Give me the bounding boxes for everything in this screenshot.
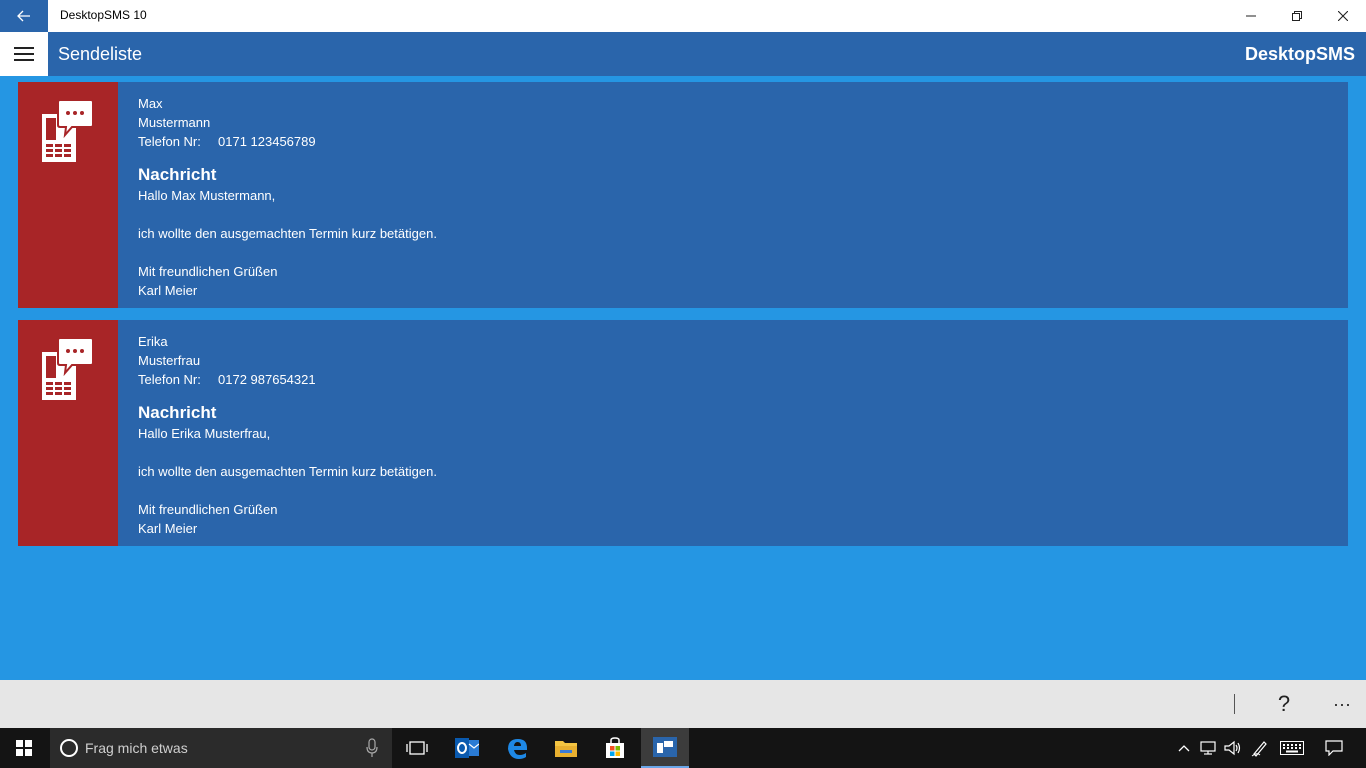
last-name: Mustermann xyxy=(138,115,211,130)
pen-icon xyxy=(1251,741,1267,757)
phone-label: Telefon Nr: xyxy=(138,372,201,387)
outlook-taskbar-button[interactable] xyxy=(443,728,491,768)
message-closing: Mit freundlichen Grüßen xyxy=(138,502,278,517)
first-name: Max xyxy=(138,96,163,111)
desktopsms-icon xyxy=(653,737,677,757)
volume-icon xyxy=(1224,740,1241,756)
help-button[interactable]: ? xyxy=(1268,688,1300,720)
phone-number: 0171 123456789 xyxy=(218,134,316,149)
phone-label: Telefon Nr: xyxy=(138,134,201,149)
search-box[interactable]: Frag mich etwas xyxy=(50,728,392,768)
window-title: DesktopSMS 10 xyxy=(60,8,147,22)
taskbar: Frag mich etwas xyxy=(0,728,1366,768)
message-signature: Karl Meier xyxy=(138,521,198,536)
message-greeting: Hallo Max Mustermann, xyxy=(138,188,276,203)
task-view-icon xyxy=(406,741,428,755)
start-button[interactable] xyxy=(0,728,48,768)
action-center-icon xyxy=(1325,740,1343,756)
message-heading: Nachricht xyxy=(138,165,217,184)
message-icon-tile xyxy=(18,320,118,546)
message-body: ich wollte den ausgemachten Termin kurz … xyxy=(138,226,437,241)
last-name: Musterfrau xyxy=(138,353,201,368)
touch-keyboard-button[interactable] xyxy=(1278,728,1306,768)
message-details: Max Mustermann Telefon Nr: 0171 123456789… xyxy=(138,94,437,300)
first-name: Erika xyxy=(138,334,168,349)
windows-ink-button[interactable] xyxy=(1249,728,1271,768)
phone-row: Telefon Nr: 0171 123456789 xyxy=(138,132,437,151)
task-view-button[interactable] xyxy=(393,728,441,768)
message-details: Erika Musterfrau Telefon Nr: 0172 9876543… xyxy=(138,332,437,538)
outlook-icon xyxy=(455,738,479,758)
close-button[interactable] xyxy=(1320,0,1366,32)
more-options-button[interactable]: ··· xyxy=(1326,688,1358,720)
edge-taskbar-button[interactable] xyxy=(493,728,541,768)
edge-icon xyxy=(508,739,527,759)
restore-button[interactable] xyxy=(1274,0,1320,32)
network-icon xyxy=(1200,741,1216,755)
title-bar: DesktopSMS 10 xyxy=(0,0,1366,32)
phone-number: 0172 987654321 xyxy=(218,372,316,387)
minimize-button[interactable] xyxy=(1228,0,1274,32)
keyboard-icon xyxy=(1280,741,1304,755)
store-taskbar-button[interactable] xyxy=(591,728,639,768)
network-button[interactable] xyxy=(1198,728,1220,768)
volume-button[interactable] xyxy=(1222,728,1244,768)
hamburger-menu-button[interactable] xyxy=(0,32,48,76)
file-explorer-icon xyxy=(555,741,577,757)
windows-start-icon xyxy=(16,740,32,756)
chevron-up-icon xyxy=(1178,745,1190,752)
message-heading: Nachricht xyxy=(138,403,217,422)
show-hidden-icons-button[interactable] xyxy=(1174,728,1194,768)
brand-label: DesktopSMS xyxy=(1244,44,1355,64)
message-greeting: Hallo Erika Musterfrau, xyxy=(138,426,271,441)
minimize-icon xyxy=(1246,15,1256,17)
sms-phone-icon xyxy=(42,337,94,400)
message-card[interactable]: Max Mustermann Telefon Nr: 0171 123456789… xyxy=(18,82,1348,308)
message-body: ich wollte den ausgemachten Termin kurz … xyxy=(138,464,437,479)
close-icon xyxy=(1338,11,1348,21)
microphone-icon[interactable] xyxy=(366,738,378,758)
command-separator xyxy=(1234,694,1235,714)
back-button[interactable] xyxy=(0,0,48,32)
restore-icon xyxy=(1292,11,1302,21)
back-arrow-icon xyxy=(17,10,30,22)
app-header: Sendeliste DesktopSMS xyxy=(0,32,1366,76)
command-bar: ? ··· xyxy=(0,680,1366,728)
action-center-button[interactable] xyxy=(1318,728,1350,768)
store-icon xyxy=(606,737,624,758)
cortana-icon xyxy=(60,739,78,757)
file-explorer-taskbar-button[interactable] xyxy=(542,728,590,768)
desktopsms-taskbar-button[interactable] xyxy=(641,728,689,768)
message-icon-tile xyxy=(18,82,118,308)
page-title: Sendeliste xyxy=(58,44,143,64)
message-closing: Mit freundlichen Grüßen xyxy=(138,264,278,279)
sms-phone-icon xyxy=(42,99,94,162)
search-placeholder: Frag mich etwas xyxy=(85,740,188,756)
hamburger-icon xyxy=(14,47,34,61)
phone-row: Telefon Nr: 0172 987654321 xyxy=(138,370,437,389)
message-signature: Karl Meier xyxy=(138,283,198,298)
message-card[interactable]: Erika Musterfrau Telefon Nr: 0172 9876543… xyxy=(18,320,1348,546)
